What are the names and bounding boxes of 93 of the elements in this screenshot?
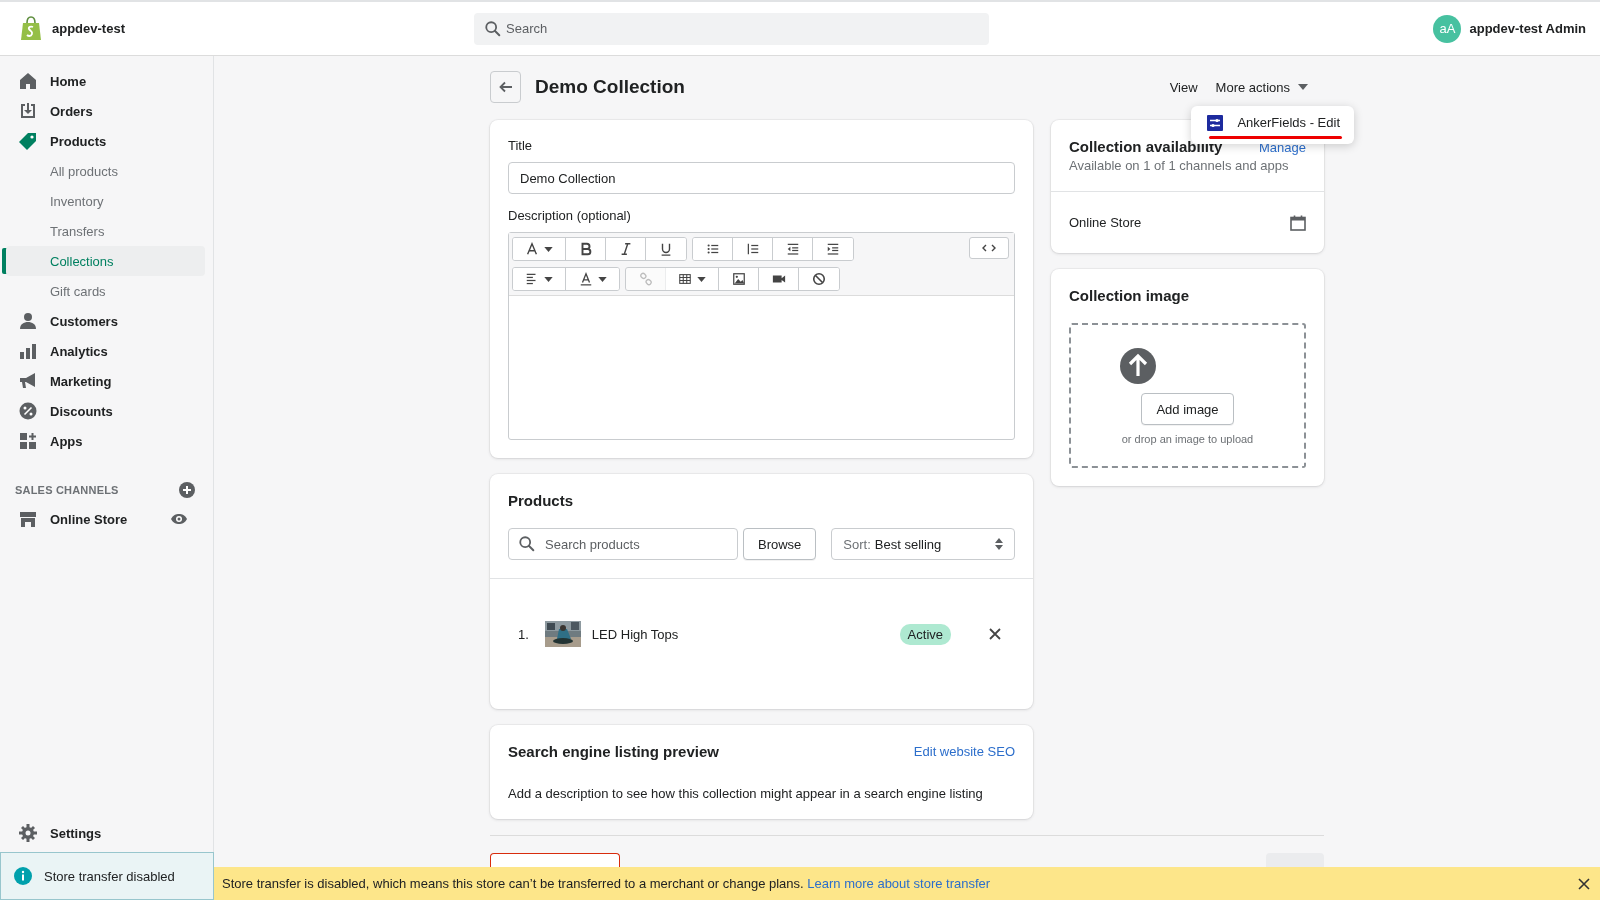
gear-icon bbox=[18, 823, 38, 843]
image-icon bbox=[731, 272, 746, 286]
card-title: Products bbox=[508, 492, 574, 509]
field-label: Description (optional) bbox=[508, 208, 632, 223]
apps-icon bbox=[18, 431, 38, 451]
store-icon bbox=[18, 509, 38, 529]
nav-item[interactable]: Online Store bbox=[0, 504, 213, 534]
remove-button[interactable] bbox=[987, 626, 1003, 642]
table-icon bbox=[678, 272, 692, 286]
caret-icon bbox=[1298, 84, 1308, 90]
page-title: Demo Collection bbox=[535, 76, 685, 98]
up-down-caret-icon bbox=[995, 538, 1003, 550]
seo-description: Add a description to see how this collection might appear in a search engine listing bbox=[508, 786, 984, 801]
sort-select[interactable]: Sort: Best selling bbox=[831, 528, 1015, 560]
back-arrow-icon bbox=[497, 79, 514, 95]
nav-item[interactable]: Home bbox=[0, 66, 213, 96]
nav-item[interactable]: Marketing bbox=[0, 366, 213, 396]
link-icon bbox=[638, 272, 653, 286]
text-color-icon bbox=[578, 272, 593, 286]
nav-item[interactable]: Apps bbox=[0, 426, 213, 456]
tag-icon bbox=[18, 131, 38, 151]
underline-icon bbox=[659, 242, 673, 256]
image-dropzone[interactable]: Add image or drop an image to upload bbox=[1069, 323, 1306, 468]
no-entry-icon bbox=[812, 272, 826, 286]
section-heading: SALES CHANNELS bbox=[15, 484, 119, 496]
sliders-app-icon bbox=[1207, 114, 1224, 131]
nav-subitem[interactable]: Transfers bbox=[0, 216, 205, 246]
field-label: Title bbox=[508, 138, 534, 153]
add-icon[interactable] bbox=[179, 482, 195, 498]
product-name[interactable]: LED High Tops bbox=[591, 626, 900, 642]
notice-text: Store transfer disabled bbox=[44, 868, 175, 884]
align-button[interactable] bbox=[513, 268, 566, 290]
card-title: Collection image bbox=[1069, 287, 1191, 304]
nav-item[interactable]: Products bbox=[0, 126, 213, 156]
dropzone-hint: or drop an image to upload bbox=[1121, 433, 1254, 445]
channel-name: Online Store bbox=[1069, 215, 1142, 230]
edit-seo-link[interactable]: Edit website SEO bbox=[913, 744, 1015, 759]
home-icon bbox=[18, 71, 38, 91]
bullet-list-button[interactable] bbox=[693, 238, 733, 260]
card-title: Collection availability bbox=[1069, 138, 1223, 155]
inbox-icon bbox=[18, 101, 38, 121]
card-title: Search engine listing preview bbox=[508, 743, 719, 760]
indent-icon bbox=[826, 242, 840, 256]
title-field[interactable]: Demo Collection bbox=[508, 162, 1015, 194]
bullet-list-icon bbox=[705, 242, 720, 256]
row-number: 1. bbox=[518, 626, 529, 642]
bar-chart-icon bbox=[18, 341, 38, 361]
nav-item[interactable]: Orders bbox=[0, 96, 213, 126]
availability-summary: Available on 1 of 1 channels and apps bbox=[1069, 158, 1290, 173]
close-button[interactable] bbox=[1576, 875, 1592, 892]
back-button[interactable] bbox=[490, 71, 521, 103]
eye-icon bbox=[171, 511, 187, 527]
search-field[interactable]: Search bbox=[474, 12, 989, 45]
caret-icon bbox=[544, 276, 553, 282]
nav-subitem[interactable]: All products bbox=[0, 156, 205, 186]
nav-subitem[interactable]: Inventory bbox=[0, 186, 205, 216]
nav-subitem[interactable]: Gift cards bbox=[0, 276, 205, 306]
menu-item[interactable]: AnkerFields - Edit bbox=[1207, 114, 1340, 135]
close-icon bbox=[989, 628, 1001, 640]
calendar-icon[interactable] bbox=[1290, 214, 1306, 231]
align-left-icon bbox=[525, 272, 539, 286]
caret-icon bbox=[597, 276, 607, 282]
caret-icon bbox=[544, 246, 553, 252]
bag-logo-icon bbox=[20, 15, 42, 42]
add-image-button[interactable]: Add image bbox=[1141, 393, 1234, 425]
browse-button[interactable]: Browse bbox=[743, 528, 817, 560]
search-icon bbox=[484, 19, 502, 38]
store-transfer-link[interactable]: Learn more about store transfer bbox=[807, 876, 991, 891]
settings-item[interactable]: Settings bbox=[0, 818, 213, 848]
user-name[interactable]: appdev-test Admin bbox=[1469, 21, 1586, 36]
megaphone-icon bbox=[18, 371, 38, 391]
manage-link[interactable]: Manage bbox=[1259, 140, 1306, 155]
more-actions-button[interactable]: More actions bbox=[1215, 75, 1308, 99]
view-link[interactable]: View bbox=[1169, 75, 1198, 99]
caret-icon bbox=[697, 276, 706, 282]
delete-button[interactable] bbox=[490, 853, 620, 867]
status-badge: Active bbox=[899, 623, 951, 645]
code-brackets-icon bbox=[982, 243, 996, 253]
close-icon bbox=[1578, 877, 1590, 890]
nav-item[interactable]: Analytics bbox=[0, 336, 213, 366]
nav-item[interactable]: Customers bbox=[0, 306, 213, 336]
banner-message: Store transfer is disabled, which means this store can’t be transferred to a merchant or change plans. Learn more about store transfer bbox=[222, 876, 992, 891]
letter-a-icon bbox=[525, 242, 539, 256]
nav-item[interactable]: Discounts bbox=[0, 396, 213, 426]
outdent-icon bbox=[785, 242, 800, 256]
search-icon bbox=[518, 535, 536, 553]
person-icon bbox=[18, 311, 38, 331]
percent-badge-icon bbox=[18, 401, 38, 421]
product-search-field[interactable]: Search products bbox=[508, 528, 738, 560]
numbered-list-icon bbox=[745, 242, 760, 256]
store-name: appdev-test bbox=[52, 21, 125, 36]
info-icon bbox=[14, 867, 32, 885]
font-style-button[interactable] bbox=[513, 238, 566, 260]
